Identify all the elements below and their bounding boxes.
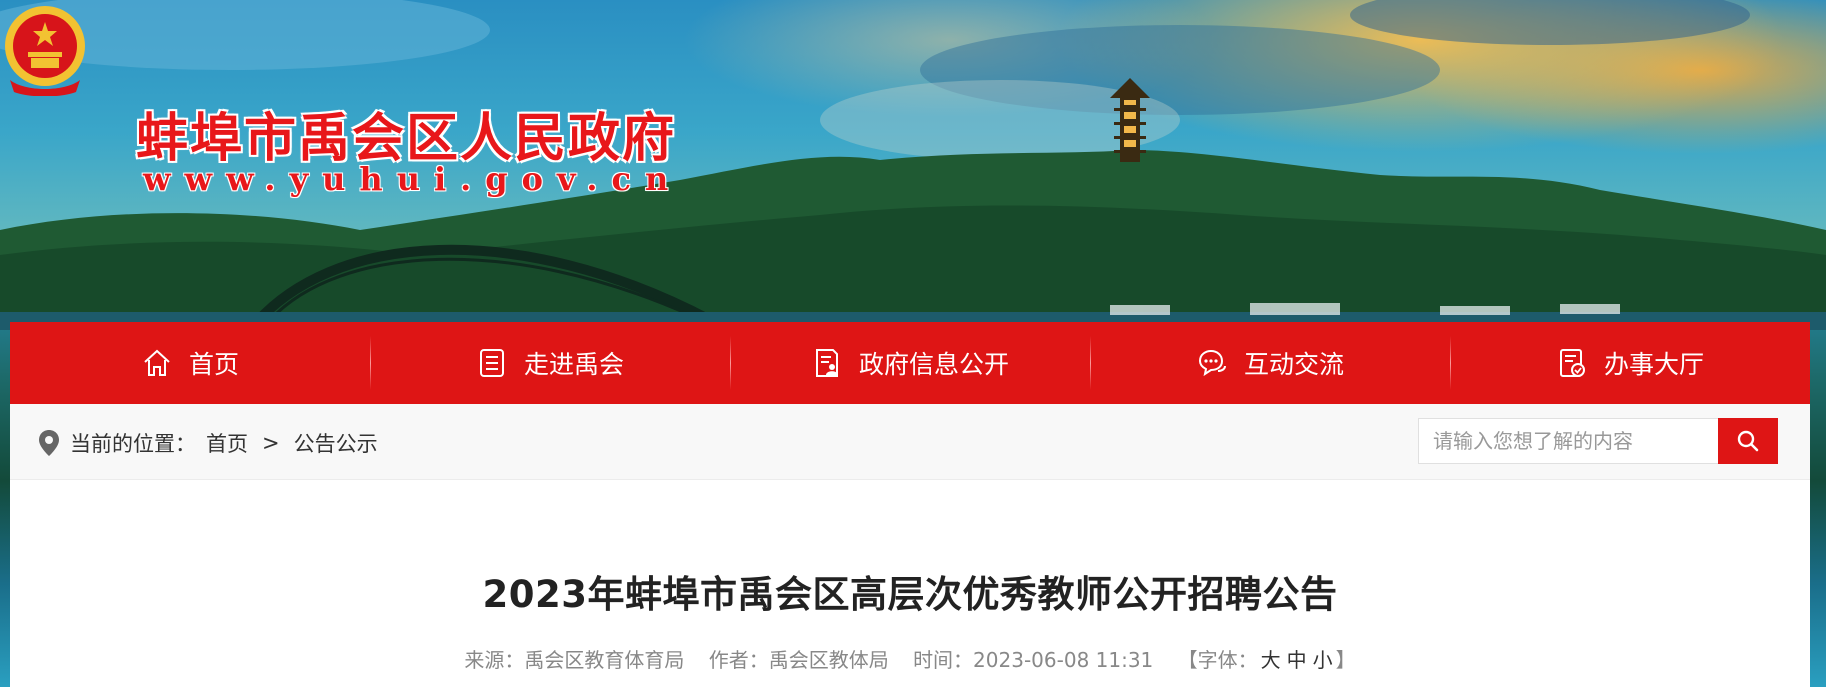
breadcrumb-notice-link[interactable]: 公告公示	[294, 428, 378, 458]
font-size-large-button[interactable]: 大	[1261, 648, 1281, 672]
font-size-small-button[interactable]: 小	[1313, 648, 1333, 672]
nav-item-about[interactable]: 走进禹会	[370, 322, 730, 404]
search-icon	[1737, 430, 1759, 452]
document-person-icon	[815, 349, 838, 377]
font-size-prefix: 【字体：	[1177, 648, 1258, 672]
nav-item-label: 互动交流	[1243, 350, 1344, 379]
font-size-medium-button[interactable]: 中	[1287, 648, 1307, 672]
nav-item-interaction[interactable]: 互动交流	[1090, 322, 1450, 404]
chat-bubbles-icon	[1198, 349, 1226, 377]
list-icon	[479, 349, 504, 377]
article-source: 来源：禹会区教育体育局	[464, 648, 685, 672]
nav-item-label: 政府信息公开	[858, 350, 1009, 379]
home-icon	[144, 349, 170, 376]
article-title: 2023年蚌埠市禹会区高层次优秀教师公开招聘公告	[482, 573, 1338, 616]
article-meta: 来源：禹会区教育体育局 作者：禹会区教体局 时间：2023-06-08 11:3…	[10, 644, 1810, 673]
breadcrumb-bar: 当前的位置： 首页 > 公告公示	[10, 404, 1810, 480]
search-button[interactable]	[1718, 418, 1778, 464]
font-size-switcher: 【字体：大中小】	[1178, 648, 1356, 672]
nav-item-label: 办事大厅	[1603, 350, 1704, 379]
article-time: 时间：2023-06-08 11:31	[913, 648, 1154, 672]
header-banner: 蚌埠市禹会区人民政府 www.yuhui.gov.cn	[0, 0, 1826, 330]
nav-item-services[interactable]: 办事大厅	[1450, 322, 1810, 404]
article-author: 作者：禹会区教体局	[708, 648, 889, 672]
font-size-suffix: 】	[1335, 648, 1356, 672]
nav-item-home[interactable]: 首页	[10, 322, 370, 404]
search-box	[1418, 418, 1778, 464]
breadcrumb-separator: >	[262, 431, 280, 455]
national-emblem-icon	[5, 6, 85, 96]
breadcrumb-prefix: 当前的位置：	[70, 432, 196, 456]
nav-item-label: 首页	[188, 350, 239, 379]
site-domain: www.yuhui.gov.cn	[143, 160, 683, 198]
location-pin-icon	[39, 430, 59, 456]
nav-item-label: 走进禹会	[523, 350, 624, 379]
main-content: 当前的位置： 首页 > 公告公示 2023年蚌埠市禹会区高层次优秀教师公开招聘公…	[10, 404, 1810, 687]
search-input[interactable]	[1418, 418, 1719, 464]
breadcrumb: 当前的位置： 首页 > 公告公示	[38, 428, 378, 458]
document-check-icon	[1559, 349, 1585, 377]
breadcrumb-home-link[interactable]: 首页	[206, 428, 248, 458]
main-nav: 首页 走进禹会 政府信息公开 互动交流 办事大厅	[10, 322, 1810, 404]
nav-item-gov-info[interactable]: 政府信息公开	[730, 322, 1090, 404]
